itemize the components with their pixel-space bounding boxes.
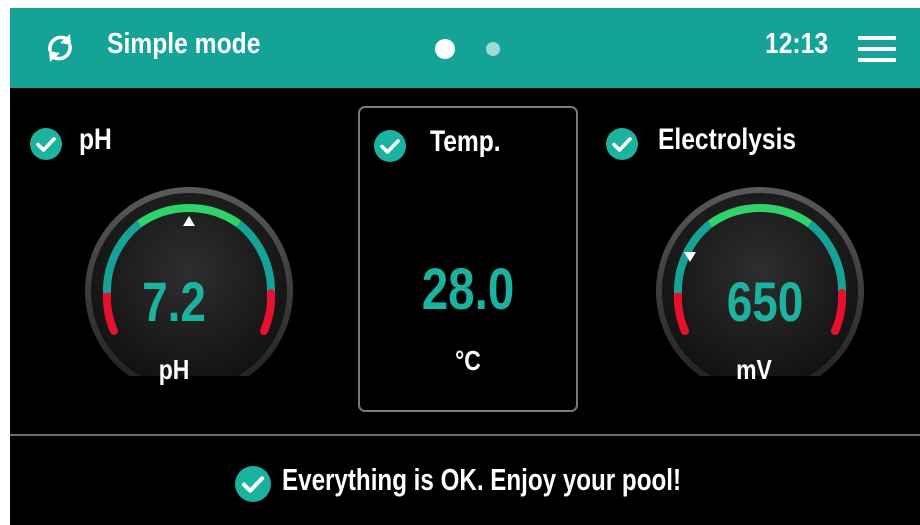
temperature-unit: °C bbox=[455, 345, 481, 376]
page-indicator-active[interactable] bbox=[435, 39, 455, 59]
check-circle-icon bbox=[30, 128, 62, 160]
electrolysis-value: 650 bbox=[726, 270, 804, 333]
temperature-header: Temp. bbox=[360, 108, 576, 188]
ph-panel[interactable]: pH 7.2 pH bbox=[24, 103, 344, 413]
pool-controller-screen: Simple mode 12:13 pH 7.2 pH Temp. 28.0 °… bbox=[10, 8, 920, 525]
top-bar: Simple mode 12:13 bbox=[10, 8, 920, 88]
hamburger-menu-icon[interactable] bbox=[858, 36, 896, 62]
status-bar: Everything is OK. Enjoy your pool! bbox=[10, 436, 920, 525]
mode-title: Simple mode bbox=[107, 28, 261, 60]
ph-label: pH bbox=[79, 123, 112, 156]
page-indicator-inactive[interactable] bbox=[486, 42, 500, 56]
sync-icon[interactable] bbox=[42, 30, 78, 66]
temperature-panel[interactable]: Temp. 28.0 °C bbox=[358, 106, 578, 412]
ph-value: 7.2 bbox=[142, 270, 206, 333]
electrolysis-label: Electrolysis bbox=[658, 123, 797, 156]
check-circle-icon bbox=[235, 466, 271, 502]
electrolysis-panel[interactable]: Electrolysis 650 mV bbox=[600, 103, 920, 413]
ph-header: pH bbox=[24, 103, 344, 183]
check-circle-icon bbox=[606, 128, 638, 160]
check-circle-icon bbox=[374, 130, 406, 162]
clock: 12:13 bbox=[765, 28, 829, 60]
electrolysis-unit: mV bbox=[736, 354, 772, 385]
electrolysis-header: Electrolysis bbox=[600, 103, 920, 183]
temperature-value: 28.0 bbox=[421, 257, 515, 322]
temperature-label: Temp. bbox=[430, 125, 501, 158]
status-message: Everything is OK. Enjoy your pool! bbox=[282, 462, 682, 497]
ph-unit: pH bbox=[158, 354, 190, 385]
